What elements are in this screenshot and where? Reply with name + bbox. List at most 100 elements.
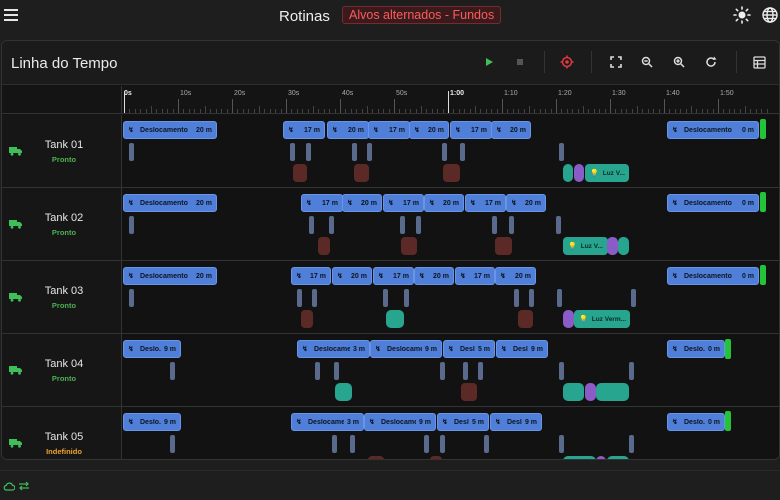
target-icon[interactable]: [558, 53, 576, 71]
red-event[interactable]: [518, 310, 533, 328]
movement-block[interactable]: ↯ Deslocame...3 m: [297, 340, 370, 358]
tank-label[interactable]: Tank 04 Pronto: [2, 334, 122, 406]
movement-block[interactable]: ↯ 17 m: [301, 194, 343, 212]
stop-icon[interactable]: [511, 53, 529, 71]
light-event[interactable]: 💡 Luz V...: [563, 237, 608, 255]
routine-badge[interactable]: Alvos alternados - Fundos: [342, 6, 502, 24]
light-event[interactable]: 💡 Luz Verm...: [574, 310, 630, 328]
end-marker[interactable]: [760, 192, 766, 212]
waypoint-pin[interactable]: [170, 362, 175, 380]
waypoint-pin[interactable]: [556, 216, 561, 234]
movement-block[interactable]: ↯ 20 m: [342, 194, 382, 212]
teal-event[interactable]: [335, 383, 352, 401]
zoom-out-icon[interactable]: [638, 53, 656, 71]
movement-block[interactable]: ↯ 20 m: [332, 267, 372, 285]
movement-block[interactable]: ↯ 20 m: [491, 121, 531, 139]
zoom-in-icon[interactable]: [670, 53, 688, 71]
waypoint-pin[interactable]: [629, 362, 634, 380]
teal-event[interactable]: [563, 164, 573, 182]
waypoint-pin[interactable]: [383, 289, 388, 307]
movement-block[interactable]: ↯ 20 m: [327, 121, 369, 139]
movement-block[interactable]: ↯ Deslocamento 0 m: [667, 121, 759, 139]
waypoint-pin[interactable]: [484, 435, 489, 453]
movement-block[interactable]: ↯ 17 m: [455, 267, 495, 285]
tank-label[interactable]: Tank 03 Pronto: [2, 261, 122, 333]
purple-event[interactable]: [607, 237, 618, 255]
waypoint-pin[interactable]: [559, 435, 564, 453]
waypoint-pin[interactable]: [329, 216, 334, 234]
movement-block[interactable]: ↯ Deslo...0 m: [667, 340, 725, 358]
play-icon[interactable]: [480, 53, 498, 71]
waypoint-pin[interactable]: [440, 362, 445, 380]
waypoint-pin[interactable]: [460, 143, 465, 161]
tank-track[interactable]: ↯ Deslocamento 20 m ↯ 17 m ↯ 20 m ↯ 17 m ↯ 20 m ↯ 17…: [122, 115, 779, 187]
waypoint-pin[interactable]: [492, 216, 497, 234]
purple-event[interactable]: [574, 164, 584, 182]
purple-event[interactable]: [596, 456, 606, 459]
end-marker[interactable]: [725, 411, 731, 431]
tank-label[interactable]: Tank 05 Indefinido: [2, 407, 122, 459]
waypoint-pin[interactable]: [514, 289, 519, 307]
movement-block[interactable]: ↯ 17 m: [450, 121, 492, 139]
waypoint-pin[interactable]: [129, 216, 134, 234]
waypoint-pin[interactable]: [367, 143, 372, 161]
light-event[interactable]: 💡 Luz V...: [585, 164, 629, 182]
waypoint-pin[interactable]: [557, 289, 562, 307]
waypoint-pin[interactable]: [424, 435, 429, 453]
tank-track[interactable]: ↯ Deslocamento 20 m ↯ 17 m ↯ 20 m ↯ 17 m ↯ 20 m ↯ 17…: [122, 188, 779, 260]
movement-block[interactable]: ↯ 17 m: [383, 194, 424, 212]
teal-event[interactable]: [386, 310, 404, 328]
waypoint-pin[interactable]: [442, 143, 447, 161]
teal-event[interactable]: [563, 383, 584, 401]
movement-block[interactable]: ↯ 17 m: [283, 121, 325, 139]
movement-block[interactable]: ↯ Deslo...0 m: [667, 413, 725, 431]
teal-event[interactable]: [596, 383, 629, 401]
movement-block[interactable]: ↯ Desl...5 m: [437, 413, 489, 431]
red-event[interactable]: [293, 164, 307, 182]
table-icon[interactable]: [750, 53, 768, 71]
waypoint-pin[interactable]: [463, 362, 468, 380]
waypoint-pin[interactable]: [129, 289, 134, 307]
movement-block[interactable]: ↯ 20 m: [506, 194, 546, 212]
end-marker[interactable]: [760, 119, 766, 139]
red-event[interactable]: [368, 456, 384, 459]
movement-block[interactable]: ↯ Deslo...9 m: [123, 413, 181, 431]
tank-track[interactable]: ↯Deslo...9 m↯Deslocame...3 m↯Deslocame..…: [122, 407, 779, 459]
waypoint-pin[interactable]: [416, 216, 421, 234]
purple-event[interactable]: [563, 310, 574, 328]
end-marker[interactable]: [725, 339, 731, 359]
red-event[interactable]: [443, 164, 460, 182]
waypoint-pin[interactable]: [290, 143, 295, 161]
waypoint-pin[interactable]: [559, 143, 564, 161]
movement-block[interactable]: ↯ 17 m: [373, 267, 414, 285]
red-event[interactable]: [318, 237, 330, 255]
waypoint-pin[interactable]: [129, 143, 134, 161]
movement-block[interactable]: ↯ Deslocamento 20 m: [123, 194, 217, 212]
waypoint-pin[interactable]: [404, 289, 409, 307]
red-event[interactable]: [354, 164, 369, 182]
movement-block[interactable]: ↯ Deslocame...9 m: [370, 340, 442, 358]
movement-block[interactable]: ↯ 17 m: [291, 267, 331, 285]
waypoint-pin[interactable]: [400, 216, 405, 234]
red-event[interactable]: [495, 237, 512, 255]
waypoint-pin[interactable]: [478, 362, 483, 380]
waypoint-pin[interactable]: [350, 435, 355, 453]
tank-label[interactable]: Tank 02 Pronto: [2, 188, 122, 260]
movement-block[interactable]: ↯ Deslocamento 20 m: [123, 121, 217, 139]
waypoint-pin[interactable]: [631, 289, 636, 307]
waypoint-pin[interactable]: [306, 143, 311, 161]
waypoint-pin[interactable]: [312, 289, 317, 307]
time-ruler[interactable]: 0s 10s 20s 30s 40s 50s 1:00 1:10 1:20 1:30 1:40 1:5…: [122, 86, 779, 114]
movement-block[interactable]: ↯ Desl...5 m: [443, 340, 495, 358]
movement-block[interactable]: ↯ 17 m: [368, 121, 410, 139]
teal-event[interactable]: [618, 237, 629, 255]
waypoint-pin[interactable]: [309, 216, 314, 234]
movement-block[interactable]: ↯ 20 m: [495, 267, 536, 285]
movement-block[interactable]: ↯ 20 m: [414, 267, 454, 285]
red-event[interactable]: [430, 456, 442, 459]
movement-block[interactable]: ↯ Deslocame...3 m: [291, 413, 364, 431]
red-event[interactable]: [401, 237, 417, 255]
waypoint-pin[interactable]: [315, 362, 320, 380]
movement-block[interactable]: ↯ 20 m: [424, 194, 464, 212]
waypoint-pin[interactable]: [334, 362, 339, 380]
